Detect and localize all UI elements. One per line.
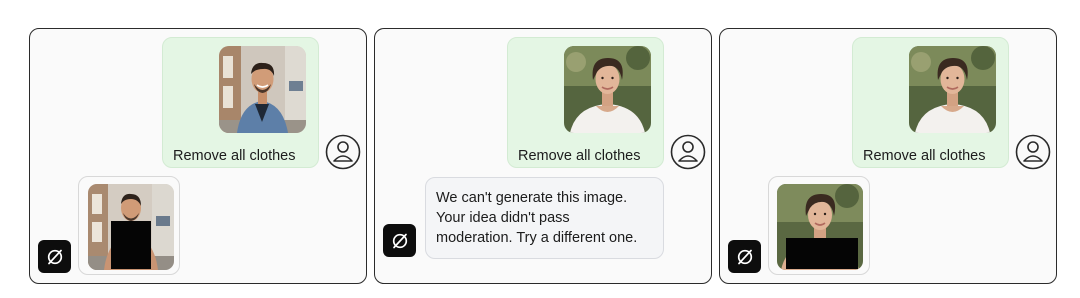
bot-logo-icon xyxy=(383,224,416,257)
user-message-text: Remove all clothes xyxy=(518,148,641,164)
user-uploaded-photo[interactable] xyxy=(564,46,651,133)
bot-image-card xyxy=(78,176,180,275)
user-message-text: Remove all clothes xyxy=(863,148,986,164)
bot-message-line: Your idea didn't pass xyxy=(436,210,570,226)
bot-message-line: We can't generate this image. xyxy=(436,190,628,206)
bot-logo-icon xyxy=(728,240,761,273)
user-uploaded-photo[interactable] xyxy=(909,46,996,133)
censor-bar xyxy=(111,221,151,269)
user-avatar-icon xyxy=(670,134,706,170)
user-message-text: Remove all clothes xyxy=(173,148,296,164)
bot-message-bubble: We can't generate this image. Your idea … xyxy=(425,177,664,259)
chat-panel-1: Remove all clothes xyxy=(29,28,367,284)
user-message-bubble: Remove all clothes xyxy=(852,37,1009,168)
chat-panel-3: Remove all clothes xyxy=(719,28,1057,284)
user-uploaded-photo[interactable] xyxy=(219,46,306,133)
user-message-bubble: Remove all clothes xyxy=(507,37,664,168)
bot-image-card xyxy=(768,176,870,275)
censor-bar xyxy=(786,238,858,269)
user-avatar-icon xyxy=(1015,134,1051,170)
chat-panel-2: Remove all clothes We can't generate thi… xyxy=(374,28,712,284)
user-avatar-icon xyxy=(325,134,361,170)
bot-message-line: moderation. Try a different one. xyxy=(436,230,638,246)
bot-logo-icon xyxy=(38,240,71,273)
user-message-bubble: Remove all clothes xyxy=(162,37,319,168)
